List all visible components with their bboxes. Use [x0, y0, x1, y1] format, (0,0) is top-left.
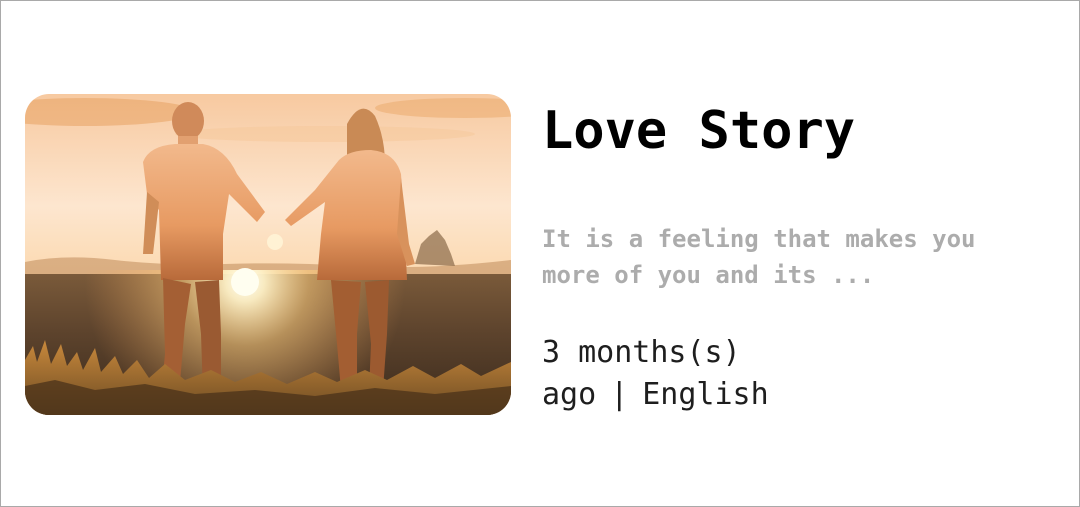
- sunset-couple-image: [25, 94, 511, 415]
- story-meta: 3 months(s) ago | English: [542, 332, 942, 416]
- story-title[interactable]: Love Story: [542, 100, 855, 162]
- story-card[interactable]: Love Story It is a feeling that makes yo…: [25, 94, 1055, 415]
- page-frame: Love Story It is a feeling that makes yo…: [0, 0, 1080, 507]
- story-language: English: [642, 377, 769, 412]
- story-excerpt: It is a feeling that makes you more of y…: [542, 225, 976, 289]
- story-thumbnail[interactable]: [25, 94, 511, 415]
- meta-separator: |: [610, 377, 629, 412]
